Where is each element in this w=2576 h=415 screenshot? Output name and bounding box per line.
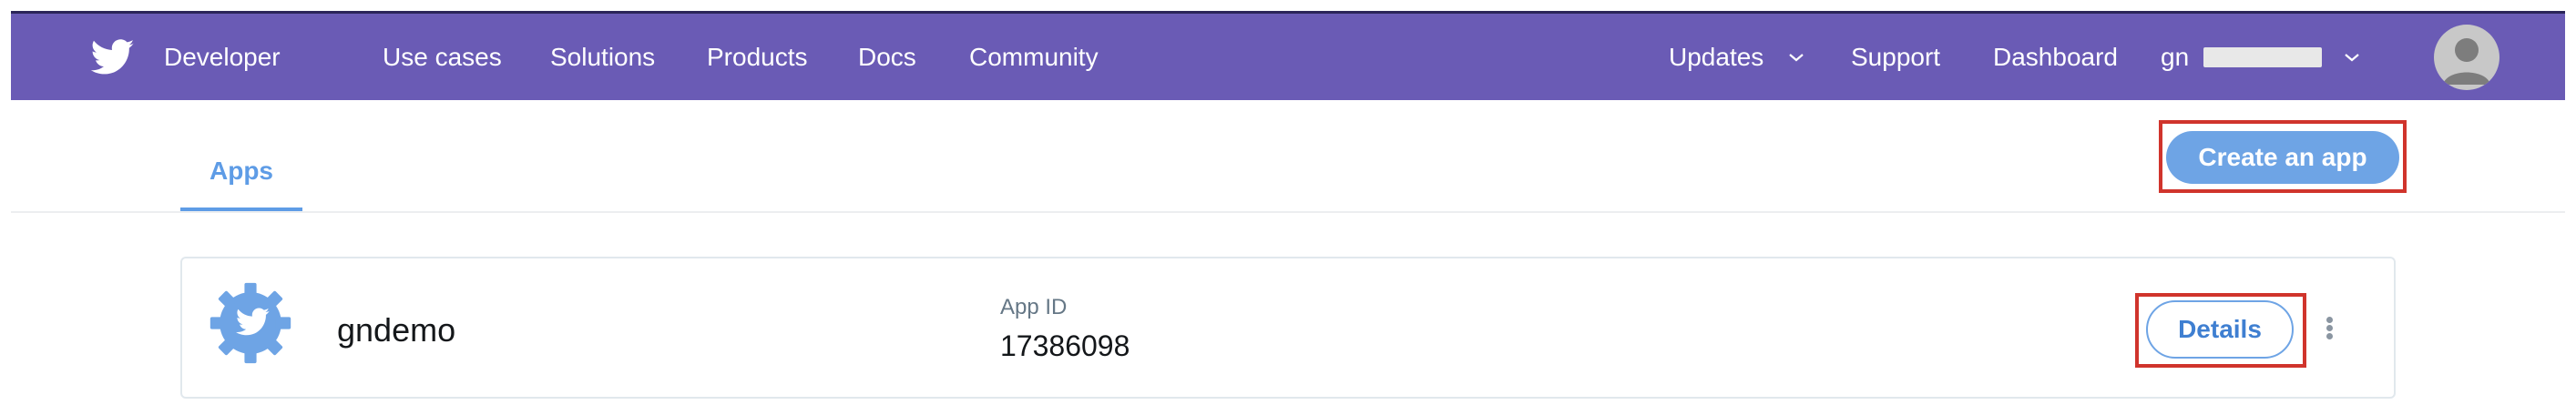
nav-link-solutions[interactable]: Solutions — [550, 43, 655, 72]
tab-apps-label: Apps — [210, 157, 273, 185]
chevron-down-icon[interactable] — [2343, 51, 2361, 64]
details-button[interactable]: Details — [2146, 300, 2294, 359]
create-app-button[interactable]: Create an app — [2166, 131, 2399, 184]
nav-link-dashboard[interactable]: Dashboard — [1993, 43, 2118, 72]
app-id-label: App ID — [1000, 295, 1068, 319]
tabs-divider — [11, 211, 2565, 213]
username-menu[interactable]: gn — [2161, 43, 2189, 72]
more-options-icon[interactable] — [2323, 315, 2336, 344]
nav-link-docs[interactable]: Docs — [858, 43, 916, 72]
twitter-bird-logo-icon[interactable] — [91, 38, 135, 76]
app-name[interactable]: gndemo — [337, 311, 455, 349]
top-navbar: Developer Use cases Solutions Products D… — [11, 11, 2565, 100]
window-top-edge — [0, 0, 2576, 11]
user-avatar[interactable] — [2434, 24, 2499, 90]
app-gear-bird-icon — [210, 282, 291, 364]
chevron-down-icon[interactable] — [1787, 51, 1805, 64]
nav-link-products[interactable]: Products — [707, 43, 808, 72]
tab-apps[interactable]: Apps — [180, 137, 302, 211]
developer-home-link[interactable]: Developer — [164, 43, 281, 72]
app-card: gndemo App ID 17386098 Details — [180, 257, 2396, 399]
nav-link-community[interactable]: Community — [969, 43, 1099, 72]
nav-link-support[interactable]: Support — [1851, 43, 1940, 72]
default-user-icon — [2443, 37, 2490, 85]
nav-link-updates[interactable]: Updates — [1669, 43, 1763, 72]
nav-link-use-cases[interactable]: Use cases — [383, 43, 502, 72]
app-id-value: 17386098 — [1000, 329, 1130, 362]
redacted-username — [2203, 46, 2322, 67]
